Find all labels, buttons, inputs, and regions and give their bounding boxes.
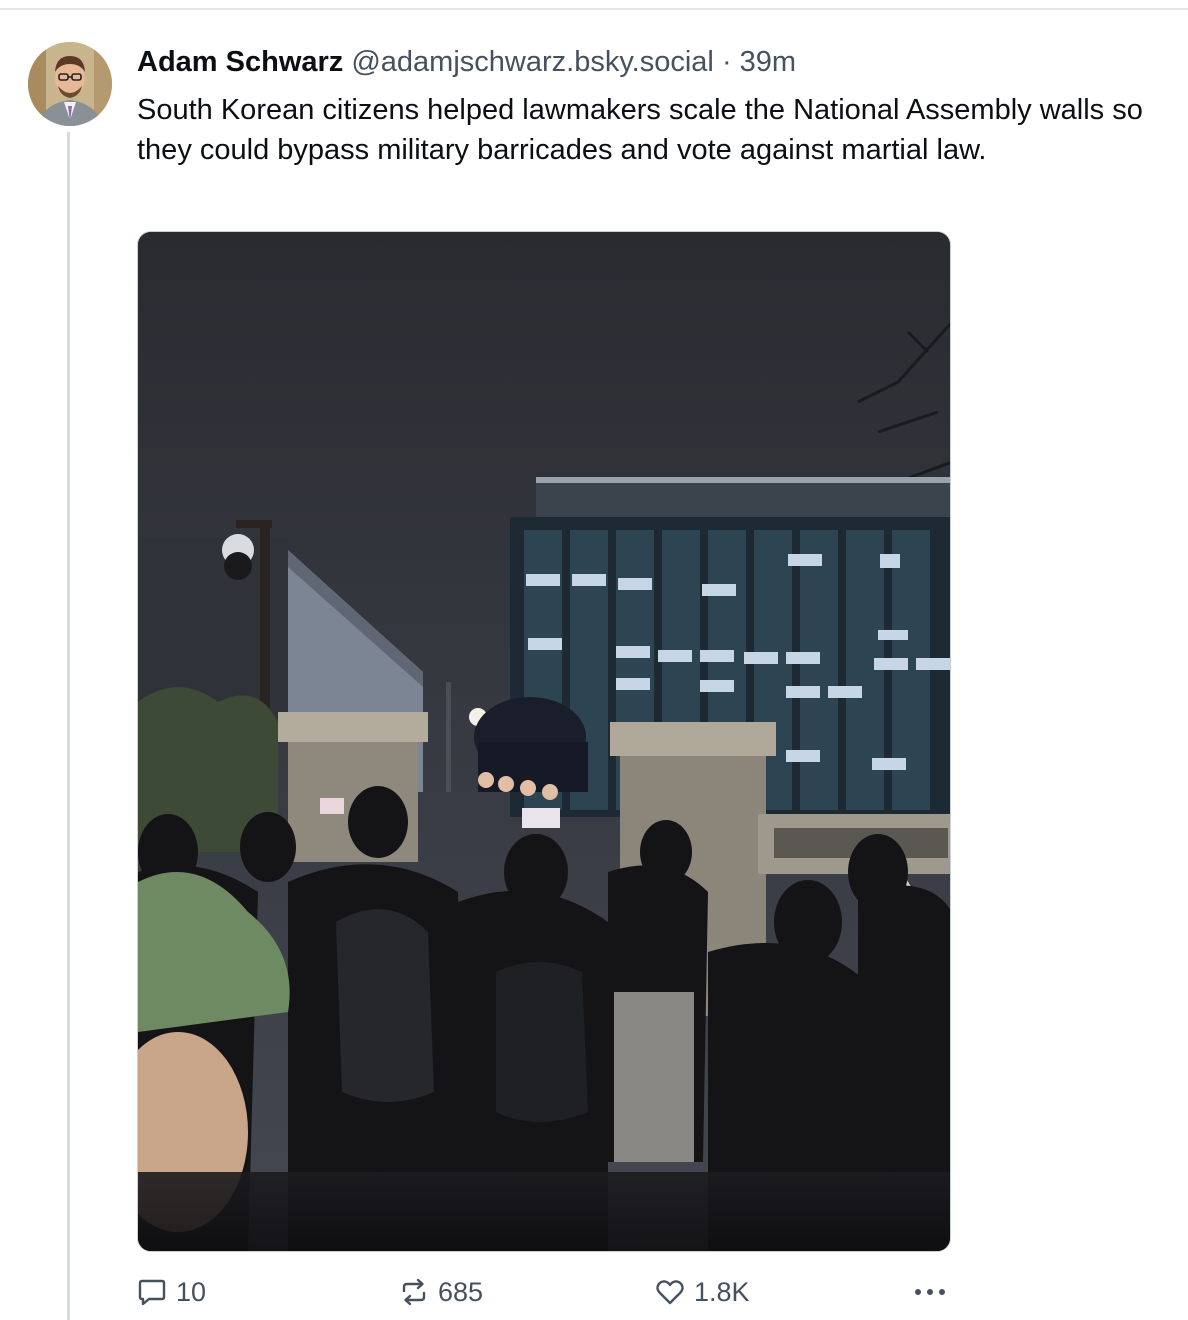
post-actions: 10 685 1.8K <box>0 1272 1188 1312</box>
post-image[interactable] <box>137 231 951 1252</box>
heart-icon <box>654 1276 686 1308</box>
author-name[interactable]: Adam Schwarz <box>137 46 343 78</box>
repost-button[interactable]: 685 <box>398 1272 483 1312</box>
post-header: Adam Schwarz @adamjschwarz.bsky.social ·… <box>137 44 796 80</box>
ellipsis-icon <box>912 1276 948 1308</box>
like-button[interactable]: 1.8K <box>654 1272 750 1312</box>
author-handle[interactable]: @adamjschwarz.bsky.social <box>351 46 714 78</box>
repost-count: 685 <box>438 1276 484 1307</box>
post-time[interactable]: 39m <box>740 46 796 78</box>
post-text: South Korean citizens helped lawmakers s… <box>137 94 1143 166</box>
top-divider <box>0 8 1188 10</box>
avatar[interactable] <box>28 42 112 126</box>
avatar-image <box>28 42 112 126</box>
thread-line <box>67 132 70 1320</box>
reply-count: 10 <box>176 1276 207 1307</box>
post-photo <box>138 232 950 1251</box>
more-options-button[interactable] <box>912 1272 956 1312</box>
like-count: 1.8K <box>694 1276 750 1307</box>
header-separator: · <box>721 46 732 78</box>
speech-bubble-icon <box>136 1276 168 1308</box>
repost-arrows-icon <box>398 1276 430 1308</box>
reply-button[interactable]: 10 <box>136 1272 206 1312</box>
